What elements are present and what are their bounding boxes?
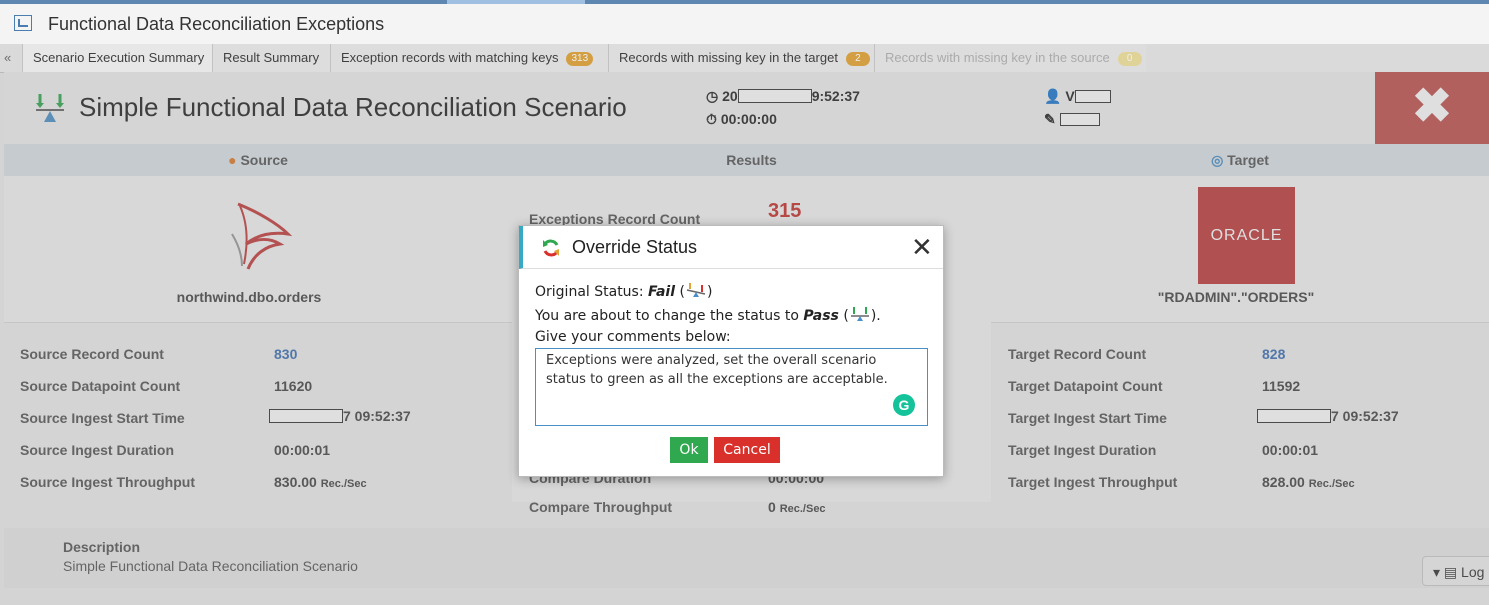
change-status-line: You are about to change the status to Pa… (535, 307, 881, 324)
grammarly-icon[interactable]: G (893, 394, 915, 416)
cancel-button[interactable]: Cancel (714, 437, 780, 463)
window-title: Functional Data Reconciliation Exception… (48, 14, 385, 34)
chart-app-icon (14, 15, 32, 31)
fail-scale-icon (686, 283, 706, 297)
original-status-line: Original Status: Fail () (535, 283, 713, 300)
change-status-label: You are about to change the status to (535, 308, 804, 324)
override-status-dialog: Override Status ✕ Original Status: Fail … (518, 225, 944, 477)
dialog-title: Override Status (572, 237, 698, 257)
tab-bar-overlay (0, 44, 1489, 72)
ok-button[interactable]: Ok (670, 437, 708, 463)
close-icon[interactable]: ✕ (911, 234, 933, 260)
new-status-value: Pass (803, 308, 839, 324)
original-status-label: Original Status: (535, 284, 649, 300)
original-status-value: Fail (648, 284, 676, 300)
dialog-header: Override Status ✕ (519, 226, 943, 269)
comment-prompt: Give your comments below: (535, 329, 731, 345)
comment-textarea[interactable]: Exceptions were analyzed, set the overal… (535, 348, 928, 426)
refresh-icon (543, 239, 559, 257)
title-bar: Functional Data Reconciliation Exception… (0, 4, 1489, 45)
pass-scale-icon (850, 307, 869, 321)
